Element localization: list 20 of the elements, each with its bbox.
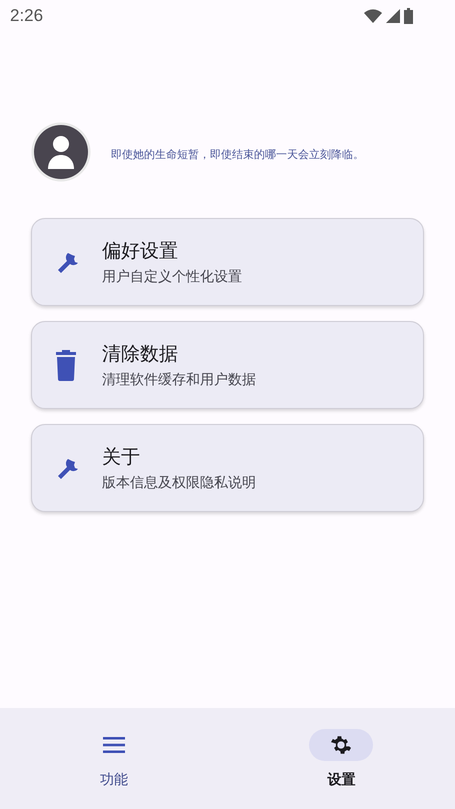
nav-tab[interactable]: 功能: [0, 708, 228, 809]
card-title: 关于: [102, 445, 141, 470]
trash-icon: [54, 349, 78, 381]
card-subtitle: 版本信息及权限隐私说明: [102, 474, 256, 492]
menu-icon: [102, 734, 126, 754]
signal-icon: [386, 9, 400, 23]
nav-tab[interactable]: 设置: [228, 708, 455, 809]
avatar-icon: [31, 122, 91, 182]
motto-text: 即使她的生命短暂，即使结束的哪一天会立刻降临。: [111, 146, 364, 162]
card-subtitle: 用户自定义个性化设置: [102, 268, 242, 286]
battery-icon: [404, 8, 413, 24]
card-subtitle: 清理软件缓存和用户数据: [102, 371, 256, 389]
settings-icon: [330, 734, 352, 756]
menu-card[interactable]: 偏好设置 用户自定义个性化设置: [31, 218, 424, 306]
menu-card[interactable]: 关于 版本信息及权限隐私说明: [31, 424, 424, 512]
card-title: 清除数据: [102, 342, 179, 367]
card-title: 偏好设置: [102, 239, 179, 264]
menu-card[interactable]: 清除数据 清理软件缓存和用户数据: [31, 321, 424, 409]
wifi-icon: [364, 9, 382, 23]
status-time: 2:26: [10, 6, 44, 26]
